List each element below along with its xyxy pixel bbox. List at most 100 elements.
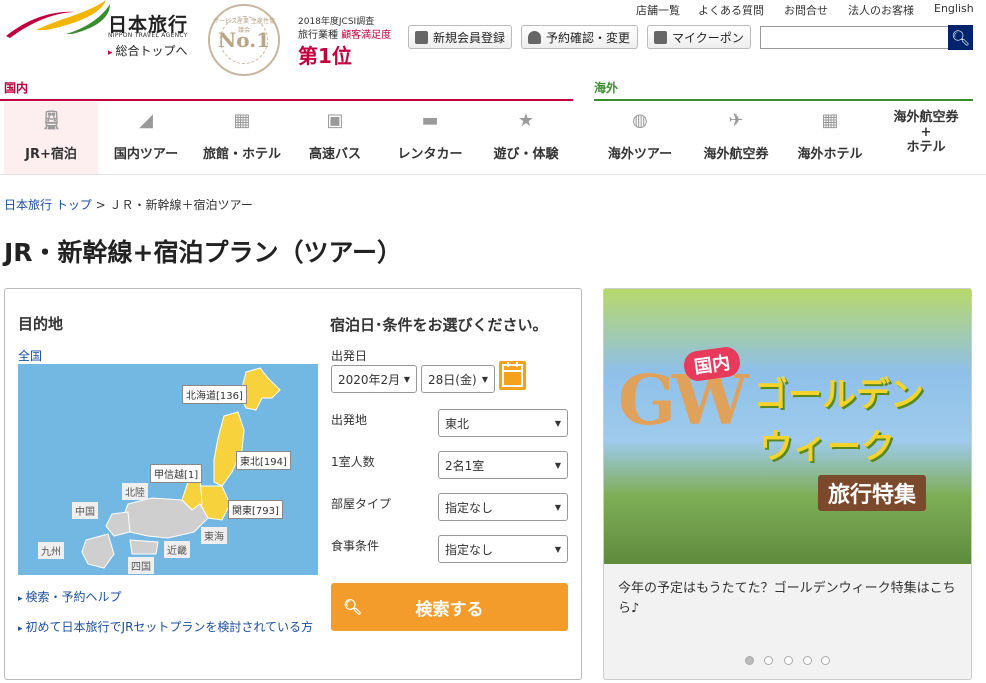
calendar-icon[interactable] bbox=[499, 361, 526, 390]
origin-select[interactable]: 東北 bbox=[438, 409, 568, 437]
map-label-chugoku[interactable]: 中国 bbox=[72, 502, 98, 519]
carousel-dot-5[interactable] bbox=[821, 656, 830, 665]
nav-intl-hotel-label: 海外ホテル bbox=[797, 147, 863, 162]
international-divider bbox=[594, 99, 973, 101]
room-type-value: 指定なし bbox=[445, 500, 494, 515]
room-type-select[interactable]: 指定なし bbox=[438, 493, 568, 521]
map-label-tokai[interactable]: 東海 bbox=[201, 527, 227, 544]
nav-domestic-tour-label: 国内ツアー bbox=[113, 147, 179, 162]
site-search-input[interactable] bbox=[760, 26, 949, 49]
award-rank: 第1位 bbox=[298, 44, 352, 68]
map-label-hokkaido[interactable]: 北海道[136] bbox=[182, 385, 247, 404]
train-icon: 🚆︎ bbox=[40, 110, 63, 131]
carousel-dot-3[interactable] bbox=[784, 656, 793, 665]
nav-domestic-tour[interactable]: ◢ 国内ツアー bbox=[98, 102, 194, 174]
nav-intl-tour-label: 海外ツアー bbox=[607, 147, 673, 162]
ticket-star-icon: ★ bbox=[517, 110, 535, 131]
car-icon: ▬ bbox=[421, 110, 439, 131]
meal-select[interactable]: 指定なし bbox=[438, 535, 568, 563]
nav-ryokan-hotel-label: 旅館・ホテル bbox=[202, 147, 281, 162]
nationwide-link[interactable]: 全国 bbox=[18, 347, 42, 364]
building-icon: ▦ bbox=[233, 110, 251, 131]
nav-ryokan-hotel[interactable]: ▦ 旅館・ホテル bbox=[194, 102, 290, 174]
map-label-shikoku[interactable]: 四国 bbox=[128, 557, 154, 574]
nav-intl-air-hotel-label: 海外航空券 + ホテル bbox=[893, 109, 959, 155]
map-label-hokuriku[interactable]: 北陸 bbox=[122, 483, 148, 500]
japan-map-icon: ◢ bbox=[139, 110, 153, 131]
logo-subtext: NIPPON TRAVEL AGENCY bbox=[108, 32, 188, 39]
depart-day-value: 28日(金) bbox=[428, 372, 477, 387]
magnifier-icon: 🔍︎ bbox=[343, 598, 363, 616]
coupon-label: マイクーポン bbox=[672, 30, 744, 45]
nav-intl-tour[interactable]: ◍ 海外ツアー bbox=[594, 102, 686, 174]
carousel-dot-2[interactable] bbox=[764, 656, 773, 665]
nav-activities[interactable]: ★ 遊び・体験 bbox=[478, 102, 574, 174]
globe-icon: ◍ bbox=[632, 110, 648, 131]
banner-caption[interactable]: 今年の予定はもうたてた？ゴールデンウィーク特集はこちら♪ bbox=[618, 579, 958, 619]
breadcrumb-current: ＪＲ・新幹線＋宿泊ツアー bbox=[109, 198, 253, 212]
destination-title: 目的地 bbox=[18, 315, 64, 333]
page-title: JR・新幹線+宿泊プラン（ツアー） bbox=[4, 238, 403, 267]
reservation-label: 予約確認・変更 bbox=[546, 30, 631, 45]
utility-link-faq[interactable]: よくある質問 bbox=[698, 2, 764, 18]
site-search-button[interactable]: 🔍︎ bbox=[948, 25, 973, 50]
nav-rental-car[interactable]: ▬ レンタカー bbox=[382, 102, 478, 174]
user-icon bbox=[528, 30, 541, 44]
meal-label: 食事条件 bbox=[331, 539, 380, 553]
reservation-button[interactable]: 予約確認・変更 bbox=[521, 25, 638, 49]
map-label-kinki[interactable]: 近畿 bbox=[164, 541, 190, 558]
search-icon: 🔍︎ bbox=[950, 28, 971, 47]
utility-link-corporate[interactable]: 法人のお客様 bbox=[848, 2, 914, 18]
map-label-kyushu[interactable]: 九州 bbox=[38, 542, 64, 559]
japan-region-map[interactable]: 北海道[136] 東北[194] 甲信越[1] 関東[793] 北陸 中国 東海… bbox=[18, 364, 318, 575]
breadcrumb: 日本旅行 トップ > ＪＲ・新幹線＋宿泊ツアー bbox=[4, 196, 253, 213]
nav-intl-air[interactable]: ✈ 海外航空券 bbox=[688, 102, 784, 174]
search-submit-label: 検索する bbox=[415, 599, 484, 620]
nav-intl-hotel[interactable]: ▦ 海外ホテル bbox=[784, 102, 876, 174]
register-label: 新規会員登録 bbox=[433, 30, 506, 45]
banner-headline-3: 旅行特集 bbox=[818, 475, 927, 511]
breadcrumb-separator: > bbox=[95, 198, 106, 212]
search-help-link[interactable]: 検索・予約ヘルプ bbox=[18, 588, 122, 605]
people-select[interactable]: 2名1室 bbox=[438, 451, 568, 479]
airplane-icon: ✈ bbox=[728, 110, 744, 131]
map-label-kanto[interactable]: 関東[793] bbox=[228, 500, 283, 519]
award-seal-no1: No.1 bbox=[217, 28, 271, 52]
nav-highway-bus-label: 高速バス bbox=[308, 147, 361, 162]
promo-banner-image[interactable]: GW 国内 ゴールデン ウィーク 旅行特集 bbox=[604, 289, 971, 564]
award-category: 旅行業種 顧客満足度 bbox=[298, 26, 391, 41]
breadcrumb-home[interactable]: 日本旅行 トップ bbox=[4, 198, 92, 212]
international-label: 海外 bbox=[594, 81, 619, 95]
utility-link-stores[interactable]: 店舗一覧 bbox=[636, 2, 680, 18]
map-label-koshinetsu[interactable]: 甲信越[1] bbox=[150, 464, 203, 483]
first-time-link[interactable]: 初めて日本旅行でJRセットプランを検討されている方 bbox=[18, 618, 314, 635]
bus-icon: ▣ bbox=[326, 110, 344, 131]
search-submit-button[interactable]: 🔍︎ 検索する bbox=[331, 583, 568, 631]
nav-intl-air-label: 海外航空券 bbox=[703, 147, 769, 162]
domestic-divider bbox=[0, 99, 573, 101]
banner-headline-2: ウィーク bbox=[759, 427, 895, 467]
register-button[interactable]: 新規会員登録 bbox=[408, 25, 512, 49]
utility-link-english[interactable]: English bbox=[934, 2, 974, 15]
coupon-button[interactable]: マイクーポン bbox=[647, 25, 751, 49]
logo-swoosh bbox=[6, 0, 110, 38]
carousel-dot-4[interactable] bbox=[803, 656, 812, 665]
nav-intl-air-hotel[interactable]: 海外航空券 + ホテル bbox=[878, 102, 974, 174]
gift-icon bbox=[654, 30, 667, 44]
utility-link-contact[interactable]: お問合せ bbox=[784, 2, 828, 18]
nav-jr-hotel-label: JR+宿泊 bbox=[25, 147, 77, 162]
depart-month-select[interactable]: 2020年2月 bbox=[331, 365, 417, 393]
depart-day-select[interactable]: 28日(金) bbox=[421, 365, 495, 393]
domestic-label: 国内 bbox=[4, 81, 29, 95]
nav-jr-hotel[interactable]: 🚆︎ JR+宿泊 bbox=[4, 102, 98, 174]
carousel-dot-1[interactable] bbox=[745, 656, 754, 665]
people-value: 2名1室 bbox=[445, 458, 485, 473]
nav-rental-car-label: レンタカー bbox=[397, 147, 463, 162]
top-page-link[interactable]: 総合トップへ bbox=[108, 42, 188, 59]
origin-value: 東北 bbox=[445, 416, 470, 431]
hotel-icon: ▦ bbox=[821, 110, 839, 131]
conditions-title: 宿泊日･条件をお選びください。 bbox=[330, 316, 548, 334]
map-label-tohoku[interactable]: 東北[194] bbox=[236, 451, 291, 470]
nav-highway-bus[interactable]: ▣ 高速バス bbox=[290, 102, 380, 174]
nav-separator bbox=[0, 174, 986, 175]
